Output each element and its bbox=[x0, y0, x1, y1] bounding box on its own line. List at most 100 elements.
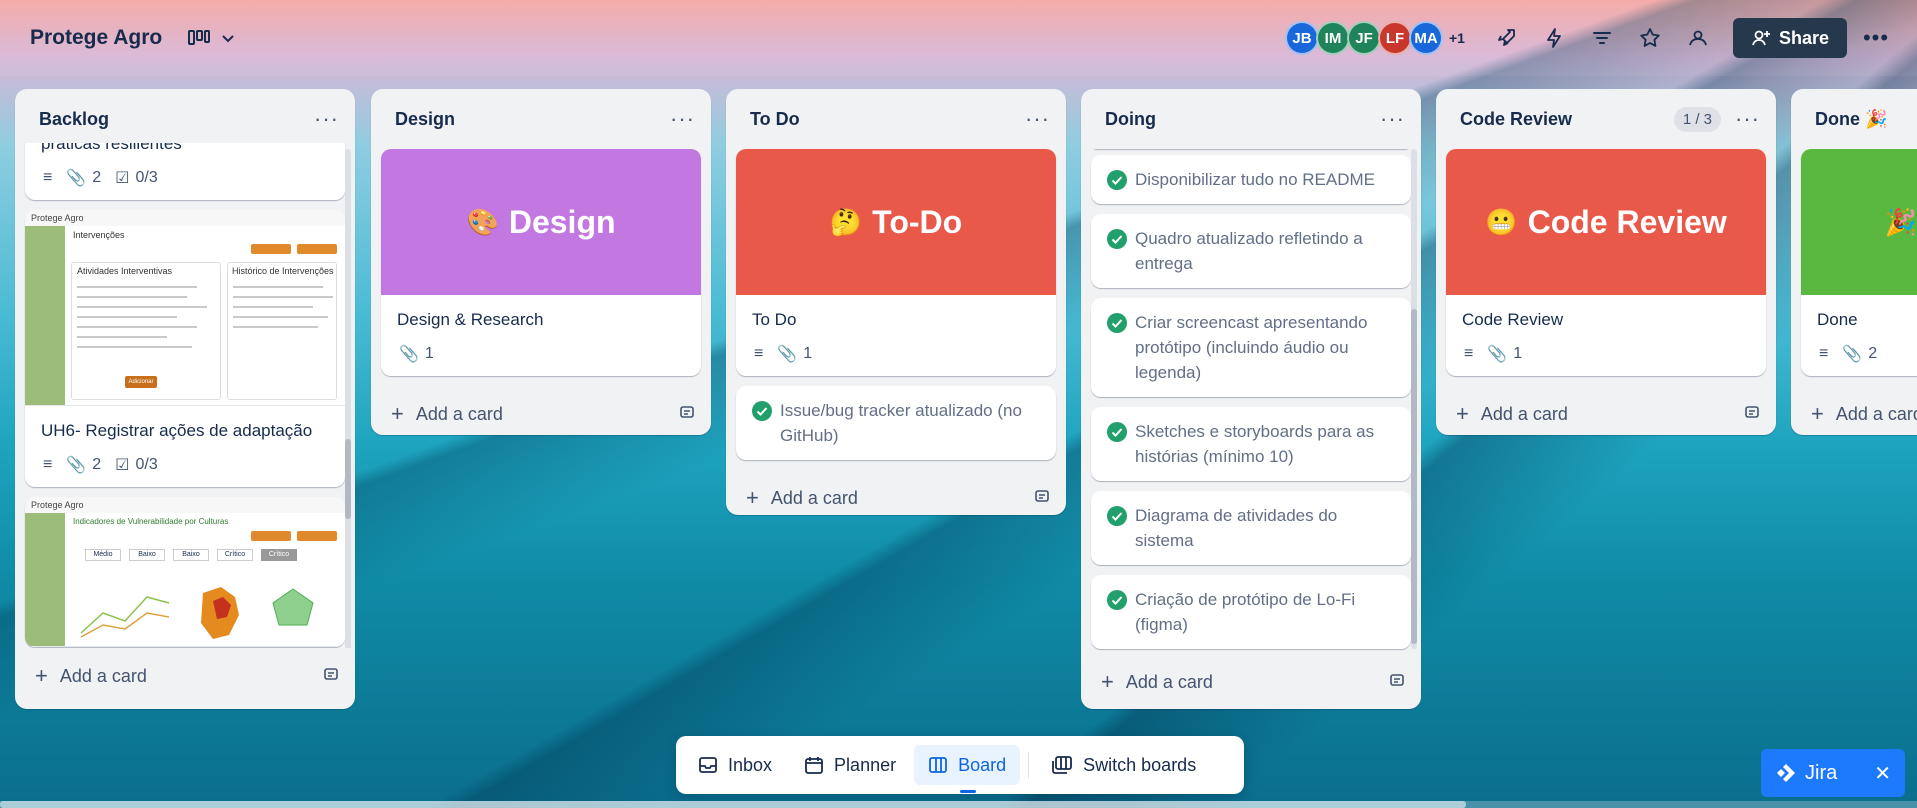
check-circle-icon[interactable] bbox=[1107, 170, 1127, 190]
plus-icon: + bbox=[1101, 669, 1114, 694]
card[interactable]: Issue/bug tracker atualizado (no GitHub) bbox=[736, 386, 1056, 460]
paperclip-icon: 📎 bbox=[1842, 346, 1863, 363]
add-card-button[interactable]: + Add a card bbox=[1436, 386, 1776, 442]
check-circle-icon[interactable] bbox=[1107, 422, 1127, 442]
share-button[interactable]: Share bbox=[1732, 18, 1847, 58]
doing-cards: Disponibilizar tudo no README Quadro atu… bbox=[1081, 149, 1421, 654]
member-avatars[interactable]: JB IM JF LF MA +1 bbox=[1285, 21, 1465, 55]
avatar[interactable]: IM bbox=[1316, 21, 1350, 55]
list-menu-icon[interactable]: ··· bbox=[670, 106, 695, 132]
card-template-icon[interactable] bbox=[1744, 404, 1760, 425]
list-menu-icon[interactable]: ··· bbox=[1025, 106, 1050, 132]
card-title: Sketches e storyboards para as histórias… bbox=[1135, 422, 1375, 466]
board-horizontal-scrollbar[interactable] bbox=[0, 801, 1917, 808]
description-icon: ≡ bbox=[43, 456, 53, 473]
description-icon: ≡ bbox=[754, 345, 764, 362]
card-title: práticas resilientes bbox=[41, 143, 182, 153]
filter-icon bbox=[1592, 32, 1611, 44]
list-title[interactable]: To Do bbox=[750, 109, 800, 130]
list-title[interactable]: Doing bbox=[1105, 109, 1156, 130]
card-template-icon[interactable] bbox=[1389, 672, 1405, 693]
card[interactable]: Sketches e storyboards para as histórias… bbox=[1091, 407, 1411, 481]
share-label: Share bbox=[1778, 27, 1829, 48]
done-cards: 🎉 Done ≡ 📎 2 bbox=[1791, 149, 1917, 386]
avatar[interactable]: LF bbox=[1378, 21, 1412, 55]
add-card-button[interactable]: + Add a card bbox=[726, 470, 1066, 526]
card-cover: 😬 Code Review bbox=[1446, 149, 1766, 295]
board-view-switcher[interactable] bbox=[188, 29, 236, 47]
lightning-icon bbox=[1547, 28, 1561, 48]
mockup-button: Adicionar bbox=[125, 376, 157, 388]
list-title[interactable]: Backlog bbox=[39, 109, 109, 130]
description-icon: ≡ bbox=[43, 169, 53, 186]
check-circle-icon[interactable] bbox=[1107, 229, 1127, 249]
list-header: Backlog ··· bbox=[15, 89, 355, 149]
list-scrollbar[interactable] bbox=[345, 149, 351, 648]
card[interactable]: 🎉 Done ≡ 📎 2 bbox=[1801, 149, 1917, 376]
board-menu-button[interactable]: ••• bbox=[1857, 19, 1895, 57]
mockup-tag: Baixo bbox=[173, 549, 209, 561]
card-template-icon[interactable] bbox=[679, 404, 695, 425]
card[interactable]: 🎨 Design Design & Research 📎 1 bbox=[381, 149, 701, 376]
check-circle-icon[interactable] bbox=[1107, 506, 1127, 526]
mockup-heading: Indicadores de Vulnerabilidade por Cultu… bbox=[73, 517, 229, 526]
cover-text: To-Do bbox=[872, 203, 963, 240]
more-icon: ••• bbox=[1862, 25, 1890, 50]
avatar[interactable]: JB bbox=[1285, 21, 1319, 55]
list-menu-icon[interactable]: ··· bbox=[1735, 106, 1760, 132]
thinking-face-icon: 🤔 bbox=[829, 206, 863, 237]
card[interactable]: 🤔 To-Do To Do ≡ 📎 1 bbox=[736, 149, 1056, 376]
list-code-review: Code Review 1 / 3 ··· 😬 Code Review Code… bbox=[1436, 89, 1776, 435]
more-members-count[interactable]: +1 bbox=[1449, 30, 1465, 46]
power-ups-button[interactable] bbox=[1487, 19, 1525, 57]
list-title[interactable]: Done 🎉 bbox=[1815, 109, 1887, 130]
card[interactable]: Quadro atualizado refletindo a entrega bbox=[1091, 214, 1411, 288]
check-circle-icon[interactable] bbox=[752, 401, 772, 421]
card[interactable]: 😬 Code Review Code Review ≡ 📎 1 bbox=[1446, 149, 1766, 376]
board-header: Protege Agro JB IM JF LF MA +1 Share ••• bbox=[0, 0, 1917, 76]
avatar[interactable]: MA bbox=[1409, 21, 1443, 55]
board-button[interactable]: Board bbox=[914, 745, 1021, 793]
add-card-button[interactable]: + Add a card bbox=[1081, 654, 1421, 710]
add-card-button[interactable]: + Add a card bbox=[371, 386, 711, 442]
card-title: UH6- Registrar ações de adaptação bbox=[41, 421, 313, 440]
card[interactable]: Diagrama de atividades do sistema bbox=[1091, 491, 1411, 565]
list-title[interactable]: Design bbox=[395, 109, 455, 130]
automation-button[interactable] bbox=[1535, 19, 1573, 57]
avatar[interactable]: JF bbox=[1347, 21, 1381, 55]
jira-promo[interactable]: Jira ✕ bbox=[1761, 749, 1905, 797]
card[interactable]: Protege Agro Intervenções Atividades Int… bbox=[25, 210, 345, 487]
attachment-badge: 📎 1 bbox=[1487, 345, 1523, 363]
list-menu-icon[interactable]: ··· bbox=[1380, 106, 1405, 132]
card-badges: ≡ 📎 1 bbox=[736, 344, 1056, 376]
mockup-tag: Médio bbox=[85, 549, 121, 561]
add-card-button[interactable]: + Add a card bbox=[1791, 386, 1917, 435]
star-board-button[interactable] bbox=[1631, 19, 1669, 57]
card-title: Disponibilizar tudo no README bbox=[1135, 170, 1375, 189]
checkbox-icon: ☑ bbox=[115, 170, 130, 187]
card[interactable]: Protege Agro Indicadores de Vulnerabilid… bbox=[25, 497, 345, 647]
card-cover-image: Protege Agro Indicadores de Vulnerabilid… bbox=[25, 497, 345, 647]
card[interactable]: Criar screencast apresentando protótipo … bbox=[1091, 298, 1411, 397]
cover-text: Code Review bbox=[1527, 203, 1727, 240]
card[interactable]: Disponibilizar tudo no README bbox=[1091, 155, 1411, 204]
check-circle-icon[interactable] bbox=[1107, 590, 1127, 610]
inbox-button[interactable]: Inbox bbox=[684, 745, 786, 785]
switch-boards-button[interactable]: Switch boards bbox=[1037, 745, 1210, 785]
add-card-button[interactable]: + Add a card bbox=[15, 648, 355, 704]
card[interactable]: Criação de protótipo de Lo-Fi (figma) bbox=[1091, 575, 1411, 649]
card-template-icon[interactable] bbox=[323, 666, 339, 687]
check-circle-icon[interactable] bbox=[1107, 313, 1127, 333]
board-title[interactable]: Protege Agro bbox=[30, 26, 162, 50]
checklist-badge: ☑ 0/3 bbox=[115, 169, 158, 187]
visibility-button[interactable] bbox=[1679, 19, 1717, 57]
list-menu-icon[interactable]: ··· bbox=[314, 106, 339, 132]
card[interactable]: práticas resilientes ≡ 📎 2 ☑ 0/3 bbox=[25, 143, 345, 200]
list-scrollbar[interactable] bbox=[1411, 149, 1417, 649]
mockup-heading: Intervenções bbox=[73, 230, 125, 240]
card-template-icon[interactable] bbox=[1034, 488, 1050, 509]
list-title[interactable]: Code Review bbox=[1460, 109, 1572, 130]
planner-button[interactable]: Planner bbox=[790, 745, 910, 785]
close-icon[interactable]: ✕ bbox=[1874, 761, 1891, 786]
filter-button[interactable] bbox=[1583, 19, 1621, 57]
